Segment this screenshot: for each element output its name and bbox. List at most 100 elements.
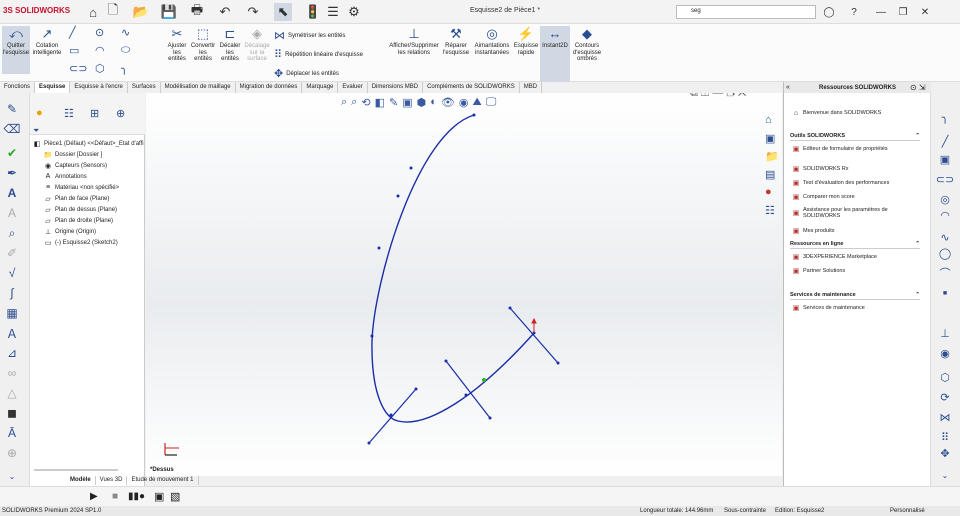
chain-icon[interactable]: ∞ — [4, 365, 20, 381]
tree-item[interactable]: ▱ Plan de droite (Plane) — [44, 215, 113, 226]
curve-icon[interactable]: ∫ — [4, 285, 20, 301]
feature-manager-tab-icon[interactable]: ● — [36, 107, 43, 119]
search-input[interactable]: seg — [676, 5, 816, 19]
ellipse-icon[interactable]: ⬭ — [121, 44, 130, 57]
tree-item[interactable]: ◉ Capteurs (Sensors) — [44, 160, 107, 171]
spline-icon[interactable]: ∿ — [121, 26, 130, 39]
instant2d-button[interactable]: ↔ Instant2D — [540, 26, 570, 82]
configuration-manager-tab-icon[interactable]: ⊞ — [90, 107, 99, 120]
polygon-icon[interactable]: ⬡ — [95, 62, 105, 75]
move-tool-icon[interactable]: ✥ — [937, 445, 953, 461]
bottom-tab-2[interactable]: Etude de mouvement 1 — [127, 476, 199, 485]
tab-0[interactable]: Fonctions — [0, 82, 36, 93]
resource-link[interactable]: ▣ Assistance pour les paramètres de SOLID… — [792, 207, 913, 219]
eraser-icon[interactable]: ⌫ — [4, 121, 21, 137]
tab-5[interactable]: Migration de données — [236, 82, 303, 93]
offset-entities-button[interactable]: ⊏ Décaler les entités — [217, 26, 243, 63]
help-icon[interactable]: ? — [845, 3, 863, 21]
fillet-icon[interactable]: ╮ — [121, 62, 128, 75]
open-icon[interactable]: 📂 — [132, 3, 150, 21]
line-icon[interactable]: ╱ — [69, 26, 76, 39]
expand-right-toolbar-icon[interactable]: ⌄ — [937, 467, 953, 483]
check-mark-icon[interactable]: √ — [4, 265, 20, 281]
record-icon[interactable]: ▮▮● — [128, 491, 145, 502]
slot-tool-icon[interactable]: ⊂⊃ — [936, 171, 954, 187]
file-properties-icon[interactable]: ☰ — [324, 3, 342, 21]
offset-surface-button[interactable]: ◈ Décalage sur la surface — [244, 26, 270, 63]
tree-item[interactable]: 📁 Dossier [Dossier ] — [44, 149, 103, 160]
stop-icon[interactable]: ■ — [112, 491, 118, 502]
mirror-tool-icon[interactable]: ⋈ — [937, 409, 953, 425]
convert-entities-button[interactable]: ⬚ Convertir les entités — [190, 26, 216, 63]
close-icon[interactable]: ✕ — [916, 3, 934, 21]
exit-sketch-button[interactable]: ⤺ Quitter l'esquisse — [2, 26, 30, 74]
property-manager-tab-icon[interactable]: ☷ — [64, 107, 74, 120]
spline-tool-icon[interactable]: ∿ — [937, 229, 953, 245]
line-tool-icon[interactable]: ╱ — [937, 133, 953, 149]
save-animation-icon[interactable]: ▣ — [154, 490, 164, 503]
unit-system[interactable]: Personnalisé — [890, 508, 925, 514]
font-icon[interactable]: Ａ — [4, 325, 20, 341]
point-tool-icon[interactable]: ■ — [937, 285, 953, 301]
shaded-contours-button[interactable]: ◆ Contours d'esquisse ombrés — [571, 26, 603, 63]
rapid-sketch-button[interactable]: ⚡ Esquisse rapide — [513, 26, 539, 56]
circle-icon[interactable]: ⊙ — [95, 26, 104, 39]
rectangle-icon[interactable]: ▭ — [69, 44, 79, 57]
text-icon[interactable]: A — [4, 185, 20, 201]
minimize-icon[interactable]: — — [872, 3, 890, 21]
appearances-icon[interactable]: ● — [765, 186, 772, 198]
arc-tool-icon[interactable]: ◠ — [937, 207, 953, 223]
smart-dimension-button[interactable]: ↗ Cotation intelligente — [31, 26, 63, 56]
redo-icon[interactable]: ↷ — [244, 3, 262, 21]
print-icon[interactable]: 🖶 — [188, 2, 206, 21]
tree-item[interactable]: ▱ Plan de face (Plane) — [44, 193, 109, 204]
welcome-link[interactable]: ⌂ Bienvenue dans SOLIDWORKS — [792, 109, 881, 117]
text-style-icon[interactable]: A — [4, 205, 20, 221]
ruler-icon[interactable]: ⊿ — [4, 345, 20, 361]
section-header[interactable]: Outils SOLIDWORKS ⌃ — [790, 133, 920, 141]
grid-icon[interactable]: ▦ — [4, 305, 20, 321]
animation-wizard-icon[interactable]: ▧ — [170, 490, 180, 503]
tab-6[interactable]: Marquage — [302, 82, 339, 93]
resource-link[interactable]: ▣ SOLIDWORKS Rx — [792, 165, 849, 173]
bottom-tabs-nav[interactable] — [30, 476, 66, 485]
play-icon[interactable]: ▶ — [90, 491, 98, 502]
trim-button[interactable]: ✂ Ajuster les entités — [165, 26, 189, 63]
tab-7[interactable]: Evaluer — [338, 82, 368, 93]
view-palette-icon[interactable]: ▤ — [765, 168, 775, 181]
tab-8[interactable]: Dimensions MBD — [368, 82, 424, 93]
extrude-tool-icon[interactable]: ⬡ — [937, 369, 953, 385]
tab-2[interactable]: Esquisse à l'encre — [70, 82, 128, 93]
revolve-tool-icon[interactable]: ⟳ — [937, 389, 953, 405]
bottom-tab-1[interactable]: Vues 3D — [96, 476, 128, 485]
collapse-icon[interactable]: ⌃ — [915, 292, 920, 298]
custom-properties-icon[interactable]: ☷ — [765, 204, 775, 217]
slot-icon[interactable]: ⊂⊃ — [69, 62, 87, 75]
tab-4[interactable]: Modélisation de maillage — [161, 82, 236, 93]
user-icon[interactable]: ◯ — [820, 3, 838, 21]
collapse-icon[interactable]: ⌃ — [915, 133, 920, 139]
fillet-tool-icon[interactable]: ╮ — [937, 109, 953, 125]
section-header[interactable]: Services de maintenance ⌃ — [790, 292, 920, 300]
select-cursor-icon[interactable]: ⬉ — [274, 3, 292, 21]
dimxpert-tab-icon[interactable]: ⊕ — [116, 107, 125, 120]
ellipse-tool-icon[interactable]: ◯ — [937, 245, 953, 261]
rebuild-icon[interactable]: 🚦 — [304, 3, 322, 21]
display-relations-button[interactable]: ⊥ Afficher/Supprimer les relations — [388, 26, 440, 56]
resource-link[interactable]: ▣ Services de maintenance — [792, 304, 865, 312]
rectangle-tool-icon[interactable]: ▣ — [937, 151, 953, 167]
file-explorer-icon[interactable]: 📁 — [765, 150, 779, 163]
triangle-icon[interactable]: △ — [4, 385, 20, 401]
resource-link[interactable]: ▣ Test d'évaluation des performances — [792, 179, 890, 187]
arc-icon[interactable]: ◠ — [95, 44, 105, 57]
resource-link[interactable]: ▣ Partner Solutions — [792, 267, 846, 275]
tree-root[interactable]: ◧ Pièce1 (Défaut) <<Défaut>_Etat d'affi — [33, 138, 144, 149]
tree-scrollbar[interactable] — [34, 469, 118, 471]
expand-down-icon[interactable]: ⌄ — [4, 468, 20, 484]
relation-tool-icon[interactable]: ⊥ — [937, 325, 953, 341]
solidworks-logo[interactable]: 3S SOLIDWORKS — [3, 6, 70, 15]
tree-item[interactable]: ≡ Matériau <non spécifié> — [44, 182, 119, 193]
parabola-tool-icon[interactable]: ⌒ — [937, 265, 953, 281]
sketch-tool-icon[interactable]: ✎ — [4, 101, 20, 117]
pen-icon[interactable]: ✒ — [4, 165, 20, 181]
